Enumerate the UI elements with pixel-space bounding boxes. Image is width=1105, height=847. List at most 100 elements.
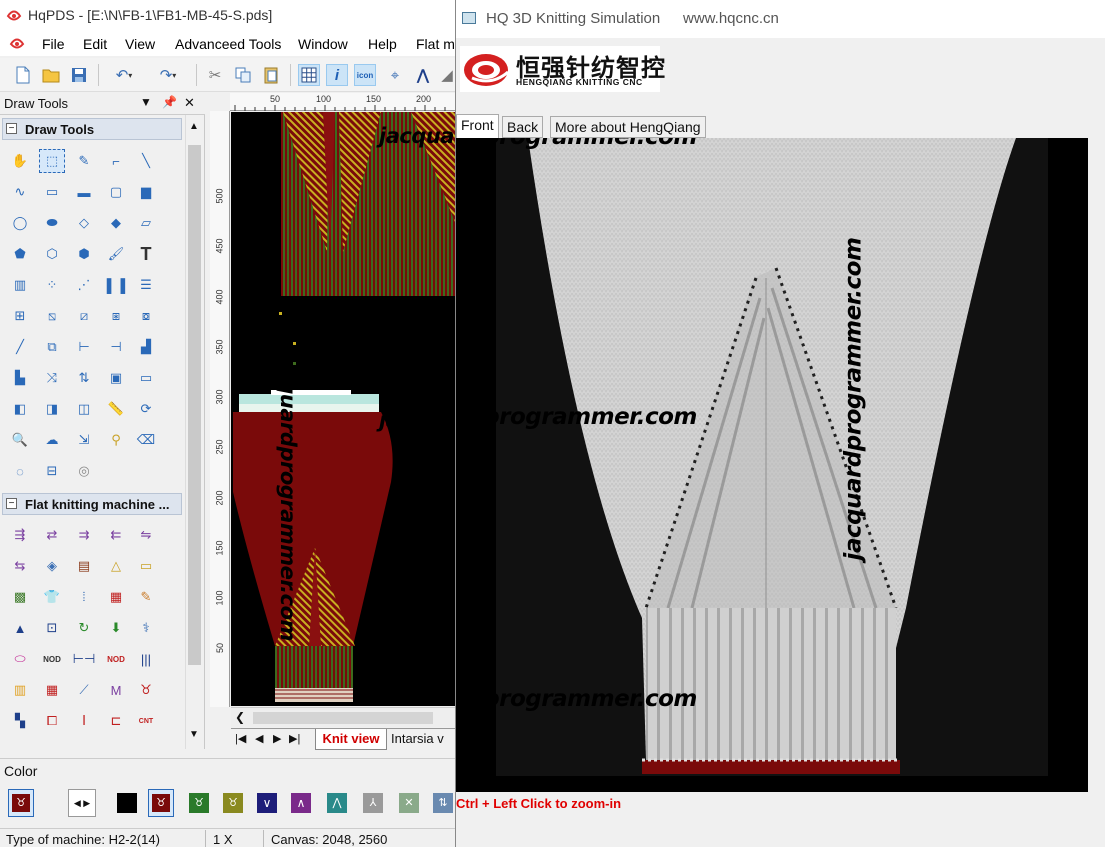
scroll-up-icon[interactable]: ▲: [189, 121, 199, 132]
cnt-icon[interactable]: CNT: [133, 709, 159, 733]
scroll-down-icon[interactable]: ▼: [189, 729, 199, 740]
needle-icon[interactable]: ⟋: [71, 678, 97, 702]
curve-icon[interactable]: ∿: [7, 180, 33, 204]
grid-icon[interactable]: [298, 64, 320, 86]
transfer-icon[interactable]: ⇶: [7, 523, 33, 547]
color-swatch-purple[interactable]: ∧: [288, 789, 314, 817]
monitor-icon[interactable]: ▭: [133, 366, 159, 390]
panel-icon[interactable]: ◨: [39, 397, 65, 421]
tile-icon[interactable]: ⊞: [7, 304, 33, 328]
dock-scrollbar[interactable]: ▲ ▼: [185, 115, 203, 749]
zoom-icon[interactable]: 🔍: [7, 428, 33, 452]
red-pattern-icon[interactable]: ▦: [39, 678, 65, 702]
color-swatch-red[interactable]: ♉: [148, 789, 174, 817]
scroll-thumb[interactable]: [188, 145, 201, 665]
rack-icon[interactable]: ⇋: [133, 523, 159, 547]
fill-tool-icon[interactable]: ⧆: [103, 304, 129, 328]
menu-edit[interactable]: Edit: [83, 36, 107, 52]
filled-rect-icon[interactable]: ▬: [71, 180, 97, 204]
icon-view-icon[interactable]: icon: [354, 64, 376, 86]
line-icon[interactable]: ╲: [133, 149, 159, 173]
save-icon[interactable]: [68, 64, 90, 86]
tab-intarsia-view[interactable]: Intarsia v: [391, 731, 444, 746]
select-rect-icon[interactable]: ⬚: [39, 149, 65, 173]
filled-hexagon-icon[interactable]: ⬢: [71, 242, 97, 266]
collapse-icon[interactable]: −: [6, 498, 17, 509]
menu-window[interactable]: Window: [298, 36, 348, 52]
knit-symbol-icon[interactable]: ⋀: [412, 64, 434, 86]
square-frame-icon[interactable]: ◫: [71, 397, 97, 421]
mirror-icon[interactable]: ⤨: [39, 366, 65, 390]
ellipse-icon[interactable]: ◯: [7, 211, 33, 235]
crosshair-icon[interactable]: ⌖: [384, 64, 406, 86]
transfer-left-icon[interactable]: ⇉: [71, 523, 97, 547]
undo-icon[interactable]: ↶ ▾: [106, 64, 142, 86]
color-swatch-sage[interactable]: ✕: [396, 789, 422, 817]
new-file-icon[interactable]: [12, 64, 34, 86]
columns-icon[interactable]: ▥: [7, 273, 33, 297]
paste-icon[interactable]: [260, 64, 282, 86]
draw-tools-group-header[interactable]: − Draw Tools: [2, 118, 182, 140]
open-folder-icon[interactable]: [40, 64, 62, 86]
pencil-icon[interactable]: ✎: [71, 149, 97, 173]
pin-icon[interactable]: 📌: [162, 95, 177, 109]
cloud-icon[interactable]: ☁: [39, 428, 65, 452]
eraser-icon[interactable]: ⌫: [133, 428, 159, 452]
edit-doc-icon[interactable]: ✎: [133, 585, 159, 609]
syringe-icon[interactable]: ⚕: [133, 616, 159, 640]
vertical-bars-icon[interactable]: ▌▐: [103, 273, 129, 297]
text-icon[interactable]: T: [133, 242, 159, 266]
diagonal-fill-icon[interactable]: ⧄: [71, 304, 97, 328]
hand-icon[interactable]: ✋: [7, 149, 33, 173]
stats-icon[interactable]: ▙: [7, 366, 33, 390]
document-menu-icon[interactable]: [8, 37, 26, 51]
bracket-icon[interactable]: ⊏: [103, 709, 129, 733]
flat-knitting-group-header[interactable]: − Flat knitting machine ...: [2, 493, 182, 515]
menu-file[interactable]: File: [42, 36, 65, 52]
insert-icon[interactable]: ⊡: [39, 616, 65, 640]
current-color-swatch[interactable]: ♉: [8, 789, 34, 817]
tuck-icon[interactable]: ♉: [133, 678, 159, 702]
rectangle-icon[interactable]: ▭: [39, 180, 65, 204]
download-icon[interactable]: ⬇: [103, 616, 129, 640]
color-swatch-olive[interactable]: ♉: [220, 789, 246, 817]
color-swatch-green[interactable]: ♉: [186, 789, 212, 817]
width-icon[interactable]: ⊢⊣: [71, 647, 97, 671]
filled-diamond-icon[interactable]: ◆: [103, 211, 129, 235]
transfer-right-icon[interactable]: ⇇: [103, 523, 129, 547]
color-swatch-blue[interactable]: ⇅: [430, 789, 456, 817]
dock-dropdown-icon[interactable]: ▼: [140, 95, 152, 109]
align-center-icon[interactable]: ⊣: [103, 335, 129, 359]
color-swatch-navy[interactable]: ∨: [254, 789, 280, 817]
bars-icon[interactable]: |||: [133, 647, 159, 671]
wand-icon[interactable]: ⚲: [103, 428, 129, 452]
first-sheet-icon[interactable]: |◀: [235, 732, 246, 745]
cut-icon[interactable]: ✂: [204, 64, 226, 86]
module-icon[interactable]: ▩: [7, 585, 33, 609]
fill-shape-icon[interactable]: ⬟: [7, 242, 33, 266]
canvas-horizontal-scrollbar[interactable]: ❮: [231, 707, 455, 727]
redo-icon[interactable]: ↷ ▾: [150, 64, 186, 86]
nod-icon[interactable]: NOD: [39, 647, 65, 671]
lasso-icon[interactable]: ◌: [7, 459, 33, 483]
tab-front[interactable]: Front: [456, 114, 499, 138]
color-swatch-black[interactable]: [114, 789, 140, 817]
copy-region-icon[interactable]: ⧉: [39, 335, 65, 359]
tab-more-about[interactable]: More about HengQiang: [550, 116, 706, 138]
menu-flat-machine[interactable]: Flat m: [416, 36, 455, 52]
nod-red-icon[interactable]: NOD: [103, 647, 129, 671]
filled-rounded-rect-icon[interactable]: ▆: [133, 180, 159, 204]
move-icon[interactable]: ⇲: [71, 428, 97, 452]
align-left-icon[interactable]: ⊢: [71, 335, 97, 359]
shirt-icon[interactable]: 👕: [39, 585, 65, 609]
diagonal-dots-icon[interactable]: ⋰: [71, 273, 97, 297]
parallelogram-icon[interactable]: ▱: [133, 211, 159, 235]
red-square-icon[interactable]: ⧠: [39, 709, 65, 733]
split-icon[interactable]: ◧: [7, 397, 33, 421]
smudge-icon[interactable]: ⧇: [133, 304, 159, 328]
collapse-icon[interactable]: −: [6, 123, 17, 134]
triangle-warn-icon[interactable]: △: [103, 554, 129, 578]
scroll-left-icon[interactable]: ❮: [235, 710, 245, 724]
diamond-icon[interactable]: ◇: [71, 211, 97, 235]
transfer-back-icon[interactable]: ⇄: [39, 523, 65, 547]
